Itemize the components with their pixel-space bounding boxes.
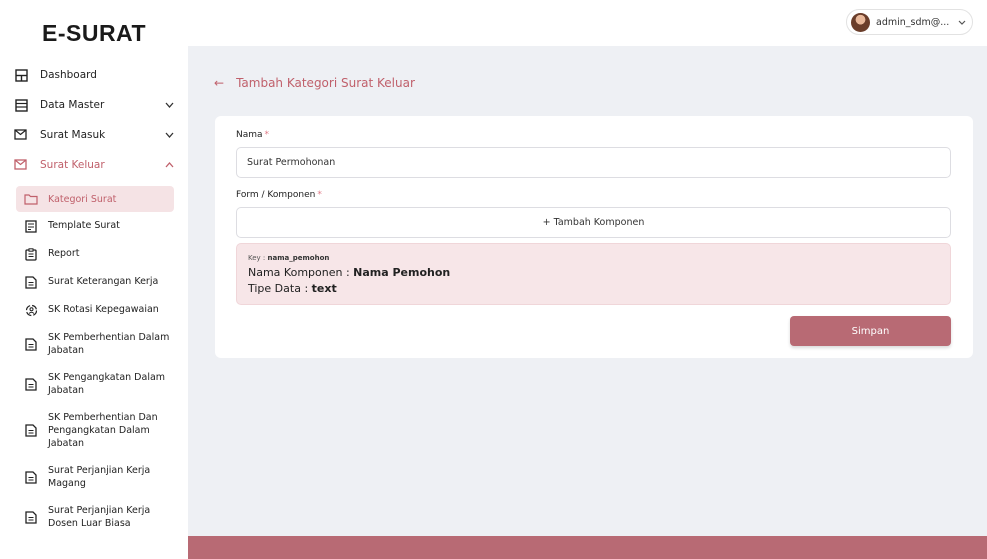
sidebar-item-kategori-surat[interactable]: Kategori Surat [16, 186, 174, 212]
component-type-prefix: Tipe Data : [248, 282, 312, 295]
component-type: Tipe Data : text [248, 281, 939, 297]
table-icon [14, 98, 28, 112]
sidebar-item-label: Surat Perjanjian Kerja Magang [48, 465, 151, 489]
document-icon [24, 377, 38, 391]
sidebar: E-SURAT Dashboard Data Master Surat Masu… [0, 0, 188, 559]
mail-in-icon [14, 128, 28, 142]
required-mark: * [317, 190, 322, 200]
main-content: ← Tambah Kategori Surat Keluar Nama* For… [188, 46, 987, 536]
page-title: Tambah Kategori Surat Keluar [236, 76, 415, 90]
sidebar-item-surat-keluar[interactable]: Surat Keluar [0, 150, 188, 180]
sidebar-item-template-surat[interactable]: Template Surat [0, 212, 188, 240]
component-name-prefix: Nama Komponen : [248, 266, 354, 279]
component-key-value: nama_pemohon [267, 254, 330, 262]
sidebar-item-label: Kategori Surat [48, 193, 117, 205]
komponen-label: Form / Komponen * [236, 190, 322, 200]
page-header: ← Tambah Kategori Surat Keluar [214, 76, 415, 90]
komponen-label-text: Form / Komponen [236, 190, 316, 200]
nama-label: Nama * [236, 130, 269, 140]
component-key: Key : nama_pemohon [248, 254, 939, 262]
sidebar-item-sk-pemberhentian-pengangkatan[interactable]: SK Pemberhentian Dan Pengangkatan Dalam … [0, 404, 188, 457]
sidebar-item-surat-keterangan-kerja[interactable]: Surat Keterangan Kerja [0, 268, 188, 296]
save-button[interactable]: Simpan [790, 316, 951, 346]
component-name: Nama Komponen : Nama Pemohon [248, 265, 939, 281]
component-name-value: Nama Pemohon [353, 266, 451, 279]
nama-input[interactable] [236, 147, 951, 178]
report-icon [24, 247, 38, 261]
sidebar-item-label: Report [48, 248, 80, 259]
sidebar-item-label: Dashboard [40, 69, 97, 81]
sidebar-item-label: SK Pemberhentian Dan Pengangkatan Dalam … [48, 412, 158, 449]
top-bar: admin_sdm@... [188, 0, 987, 46]
user-menu[interactable]: admin_sdm@... [846, 9, 973, 35]
folder-icon [24, 192, 38, 206]
nama-label-text: Nama [236, 130, 263, 140]
required-mark: * [264, 130, 270, 140]
chevron-down-icon [164, 130, 174, 140]
template-icon [24, 219, 38, 233]
sidebar-item-label: Template Surat [48, 220, 120, 231]
sidebar-item-label: Surat Keluar [40, 159, 105, 171]
chevron-up-icon [164, 160, 174, 170]
sidebar-item-perjanjian-dosen[interactable]: Surat Perjanjian Kerja Dosen Luar Biasa [0, 497, 188, 537]
app-logo: E-SURAT [42, 20, 147, 46]
chevron-down-icon [958, 18, 966, 27]
avatar [851, 12, 870, 32]
sidebar-item-sk-pemberhentian[interactable]: SK Pemberhentian Dalam Jabatan [0, 324, 188, 364]
sidebar-item-label: SK Pemberhentian Dalam Jabatan [48, 332, 170, 356]
dashboard-icon [14, 68, 28, 82]
sidebar-item-label: Data Master [40, 99, 105, 111]
add-component-button[interactable]: + Tambah Komponen [236, 207, 951, 238]
sidebar-item-label: Surat Perjanjian Kerja Dosen Luar Biasa [48, 505, 151, 529]
sidebar-item-perjanjian-magang[interactable]: Surat Perjanjian Kerja Magang [0, 457, 188, 497]
sidebar-item-dashboard[interactable]: Dashboard [0, 60, 188, 90]
document-icon [24, 510, 38, 524]
component-type-value: text [311, 282, 337, 295]
sidebar-item-label: SK Pengangkatan Dalam Jabatan [48, 372, 166, 396]
rotation-icon [24, 303, 38, 317]
sidebar-item-label: Surat Masuk [40, 129, 106, 141]
component-item: Key : nama_pemohon Nama Komponen : Nama … [236, 243, 951, 305]
document-icon [24, 423, 38, 437]
document-icon [24, 337, 38, 351]
sidebar-item-surat-masuk[interactable]: Surat Masuk [0, 120, 188, 150]
sidebar-item-label: SK Rotasi Kepegawaian [48, 304, 159, 315]
sidebar-item-label: Surat Keterangan Kerja [48, 276, 159, 287]
sidebar-item-sk-rotasi[interactable]: SK Rotasi Kepegawaian [0, 296, 188, 324]
form-card: Nama* Form / Komponen* + Tambah Komponen… [215, 116, 973, 358]
component-key-prefix: Key : [248, 254, 268, 262]
chevron-down-icon [164, 100, 174, 110]
back-arrow-icon[interactable]: ← [214, 76, 224, 90]
mail-out-icon [14, 158, 28, 172]
user-name: admin_sdm@... [876, 16, 950, 28]
sidebar-nav: Dashboard Data Master Surat Masuk Surat … [0, 60, 188, 537]
sidebar-item-report[interactable]: Report [0, 240, 188, 268]
document-icon [24, 470, 38, 484]
submenu-surat-keluar: Kategori Surat Template Surat Report Sur… [0, 186, 188, 537]
footer-bar [188, 536, 987, 559]
document-icon [24, 275, 38, 289]
sidebar-item-data-master[interactable]: Data Master [0, 90, 188, 120]
sidebar-item-sk-pengangkatan[interactable]: SK Pengangkatan Dalam Jabatan [0, 364, 188, 404]
